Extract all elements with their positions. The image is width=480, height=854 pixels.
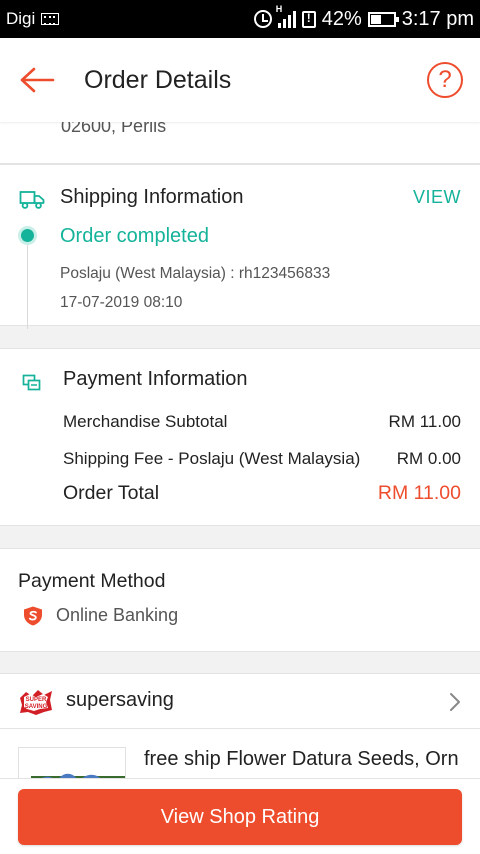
back-button[interactable] — [4, 38, 70, 122]
chevron-right-icon[interactable] — [449, 692, 461, 712]
view-shipping-button[interactable]: VIEW — [413, 187, 461, 208]
shop-row[interactable]: SUPER SAVING supersaving — [0, 673, 480, 729]
address-last-line: 02600, Perlis — [61, 122, 167, 136]
truck-icon — [19, 191, 45, 209]
product-thumbnail[interactable] — [18, 747, 126, 778]
shop-name: supersaving — [66, 689, 174, 711]
app-header: Order Details ? — [0, 38, 480, 122]
order-details-content[interactable]: 02600, Perlis Shipping Information VIEW … — [0, 122, 480, 778]
order-total-label: Order Total — [63, 482, 160, 504]
view-shop-rating-button[interactable]: View Shop Rating — [18, 789, 462, 845]
address-section: 02600, Perlis — [0, 122, 480, 164]
shop-logo: SUPER SAVING — [20, 690, 52, 715]
payment-title: Payment Information — [63, 368, 248, 390]
shipping-fee-value: RM 0.00 — [396, 449, 461, 468]
signal-icon: H — [276, 4, 296, 28]
arrow-left-icon — [20, 67, 55, 93]
shipping-status: Order completed — [60, 225, 209, 247]
bottom-action-bar: View Shop Rating — [0, 778, 480, 854]
datura-flower-image — [19, 748, 125, 778]
help-button[interactable]: ? — [427, 62, 463, 98]
clock: 3:17 pm — [401, 7, 474, 30]
carrier-label: Digi — [6, 9, 36, 28]
subtotal-label: Merchandise Subtotal — [63, 412, 228, 431]
payment-method-section: Payment Method Online Banking — [0, 548, 480, 652]
payment-method-title: Payment Method — [18, 570, 166, 592]
question-circle-icon: ? — [438, 66, 452, 93]
keyboard-icon — [41, 13, 60, 25]
network-type-label: H — [275, 4, 283, 14]
status-bar: Digi H 42% 3:17 pm — [0, 0, 480, 38]
shipping-fee-label: Shipping Fee - Poslaju (West Malaysia) — [63, 449, 361, 468]
timeline-line — [27, 237, 28, 329]
payment-information-section: Payment Information Merchandise Subtotal… — [0, 348, 480, 526]
battery-percent: 42% — [321, 7, 362, 30]
shop-logo-text-top: SUPER — [26, 697, 47, 703]
product-name: free ship Flower Datura Seeds, Orn — [144, 748, 459, 770]
sim-alert-icon — [301, 10, 316, 28]
shipping-information-section: Shipping Information VIEW Order complete… — [0, 164, 480, 329]
alarm-icon — [253, 10, 272, 28]
product-row[interactable]: free ship Flower Datura Seeds, Orn — [0, 729, 480, 778]
page-title: Order Details — [84, 65, 232, 94]
payment-icon — [22, 374, 41, 391]
shield-s-icon — [24, 606, 42, 626]
shipping-title: Shipping Information — [60, 186, 244, 208]
subtotal-value: RM 11.00 — [388, 412, 461, 431]
payment-method-value: Online Banking — [56, 605, 179, 625]
shop-logo-text-bottom: SAVING — [25, 704, 48, 710]
courier-tracking: Poslaju (West Malaysia) : rh123456833 — [60, 265, 331, 282]
battery-icon — [367, 11, 399, 27]
shipping-date: 17-07-2019 08:10 — [60, 294, 183, 311]
order-total-value: RM 11.00 — [377, 482, 461, 504]
timeline-dot-icon — [21, 229, 34, 242]
